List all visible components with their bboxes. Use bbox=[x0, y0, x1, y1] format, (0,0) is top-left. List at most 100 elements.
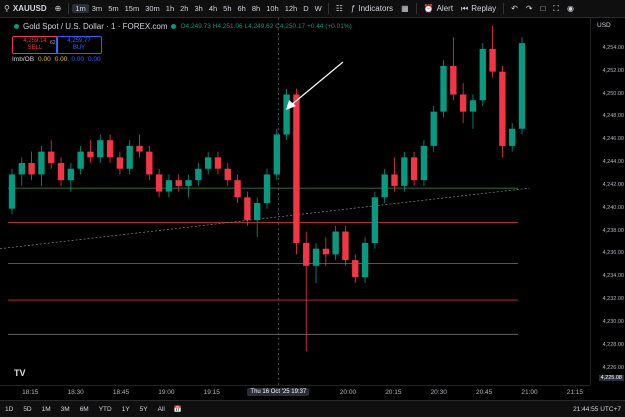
candle-body bbox=[185, 180, 192, 186]
candle-body bbox=[204, 157, 212, 169]
candle-body bbox=[303, 242, 310, 266]
candle-body bbox=[342, 231, 349, 261]
top-toolbar: ⚲ XAUUSD ⊕ 1m 3m 5m 15m 30m 1h 2h 3h 4h 5h 6h 8h 10h… bbox=[0, 0, 625, 18]
candle-body bbox=[234, 180, 241, 198]
compare-button[interactable]: ⊕ bbox=[51, 0, 66, 17]
candle-body bbox=[361, 242, 369, 278]
price-tick: 4,254.00 bbox=[602, 44, 624, 51]
time-axis[interactable]: 18:15 18:30 18:45 19:00 19:15 20:00 20:15 20:30… bbox=[0, 385, 590, 400]
alert-button[interactable]: ⏰ Alert bbox=[420, 0, 457, 17]
indicator-name: Imb/OB bbox=[12, 56, 35, 63]
timeframe-1m[interactable]: 1m bbox=[72, 4, 89, 13]
candle-body bbox=[430, 111, 437, 146]
timeframe-15m[interactable]: 15m bbox=[122, 4, 143, 13]
plus-circle-icon: ⊕ bbox=[54, 4, 62, 13]
timeframe-1h[interactable]: 1h bbox=[163, 4, 177, 13]
market-open-icon bbox=[14, 24, 19, 29]
indicators-button[interactable]: ƒ Indicators bbox=[347, 0, 397, 17]
range-6m[interactable]: 6M bbox=[75, 406, 94, 413]
candle-body bbox=[322, 248, 330, 255]
range-3m[interactable]: 3M bbox=[56, 406, 75, 413]
grid-icon: ▦ bbox=[401, 4, 409, 13]
timeframe-5m[interactable]: 5m bbox=[105, 4, 121, 13]
timeframe-30m[interactable]: 30m bbox=[142, 4, 163, 13]
redo-button[interactable]: ↷ bbox=[522, 0, 537, 17]
candle-body bbox=[381, 174, 388, 198]
candle-body bbox=[489, 48, 496, 72]
candle-body bbox=[38, 151, 45, 175]
legend: Gold Spot / U.S. Dollar · 1 · FOREX.com … bbox=[14, 22, 352, 31]
indicator-legend[interactable]: Imb/OB 0.00 0.00 0.00 0.00 bbox=[12, 56, 101, 63]
candle-body bbox=[293, 94, 300, 243]
replay-button[interactable]: ⏮ Replay bbox=[457, 0, 500, 17]
symbol-search[interactable]: ⚲ XAUUSD bbox=[0, 0, 51, 17]
price-axis[interactable]: 4,254.00 4,252.00 4,250.00 4,248.00 4,246.00… bbox=[590, 18, 625, 385]
timeframe-3m[interactable]: 3m bbox=[89, 4, 105, 13]
alert-label: Alert bbox=[436, 4, 454, 13]
candle-body bbox=[518, 43, 526, 129]
legend-title: Gold Spot / U.S. Dollar · 1 · FOREX.com bbox=[23, 22, 168, 31]
timeframe-12h[interactable]: 12h bbox=[282, 4, 301, 13]
candle-body bbox=[146, 151, 153, 175]
candles-icon: ☷ bbox=[335, 4, 343, 13]
range-1m[interactable]: 1M bbox=[37, 406, 56, 413]
calendar-icon[interactable]: 📅 bbox=[170, 405, 186, 413]
price-tick: 4,240.00 bbox=[602, 204, 624, 211]
candle-body bbox=[469, 100, 477, 112]
candle-body bbox=[244, 197, 251, 221]
candle-body bbox=[401, 157, 408, 186]
timeframe-4h[interactable]: 4h bbox=[206, 4, 220, 13]
candle-body bbox=[254, 203, 261, 221]
buy-button[interactable]: 4,259.77 BUY bbox=[56, 36, 102, 54]
spread-value: 62 bbox=[50, 40, 56, 46]
timeframe-D[interactable]: D bbox=[300, 4, 311, 13]
snapshot-button[interactable]: ◉ bbox=[563, 0, 578, 17]
fullscreen-button[interactable]: ⛶ bbox=[549, 0, 563, 17]
candle-body bbox=[136, 145, 143, 152]
range-1y[interactable]: 1Y bbox=[117, 406, 135, 413]
candle-body bbox=[18, 163, 25, 175]
buy-label: BUY bbox=[72, 45, 86, 51]
indicator-value: 0.00 bbox=[88, 56, 101, 63]
replay-icon: ⏮ bbox=[461, 3, 469, 13]
candle-body bbox=[116, 157, 124, 169]
timeframe-8h[interactable]: 8h bbox=[249, 4, 263, 13]
chart-type-button[interactable]: ☷ bbox=[332, 0, 347, 17]
candle-body bbox=[450, 65, 457, 95]
timeframe-6h[interactable]: 6h bbox=[235, 4, 249, 13]
timeframe-3h[interactable]: 3h bbox=[191, 4, 205, 13]
candle-body bbox=[8, 174, 16, 209]
camera-icon: ◉ bbox=[567, 4, 574, 13]
price-tick: 4,252.00 bbox=[602, 67, 624, 74]
symbol-label: XAUUSD bbox=[12, 4, 47, 13]
sell-label: SELL bbox=[27, 45, 43, 51]
timeframe-5h[interactable]: 5h bbox=[220, 4, 234, 13]
range-all[interactable]: All bbox=[153, 406, 170, 413]
undo-button[interactable]: ↶ bbox=[507, 0, 522, 17]
currency-label[interactable]: USD bbox=[597, 22, 611, 29]
tradingview-logo[interactable]: TV bbox=[14, 368, 26, 378]
candle-body bbox=[126, 145, 133, 169]
clock[interactable]: 21:44:55 UTC+7 bbox=[573, 406, 621, 413]
candle-body bbox=[97, 140, 104, 158]
layouts-button[interactable]: ▦ bbox=[397, 0, 413, 17]
timeframe-10h[interactable]: 10h bbox=[263, 4, 282, 13]
range-ytd[interactable]: YTD bbox=[94, 406, 117, 413]
candle-body bbox=[224, 168, 231, 181]
status-icon bbox=[171, 24, 177, 29]
timeframe-2h[interactable]: 2h bbox=[177, 4, 191, 13]
range-5d[interactable]: 5D bbox=[18, 406, 36, 413]
price-tick: 4,248.00 bbox=[602, 113, 624, 120]
layout-button[interactable]: □ bbox=[537, 0, 550, 17]
time-tick: 20:00 bbox=[339, 389, 357, 396]
range-5y[interactable]: 5Y bbox=[135, 406, 153, 413]
price-chart[interactable] bbox=[0, 18, 590, 385]
candle-body bbox=[28, 163, 35, 175]
timeframe-W[interactable]: W bbox=[312, 4, 325, 13]
indicator-value: 0.00 bbox=[38, 56, 51, 63]
indicator-value: 0.00 bbox=[54, 56, 68, 63]
crosshair-time-label: Thu 16 Oct '25 19:37 bbox=[247, 388, 310, 396]
chart-pane[interactable] bbox=[0, 18, 590, 385]
range-1d[interactable]: 1D bbox=[0, 406, 18, 413]
candle-body bbox=[106, 140, 114, 158]
